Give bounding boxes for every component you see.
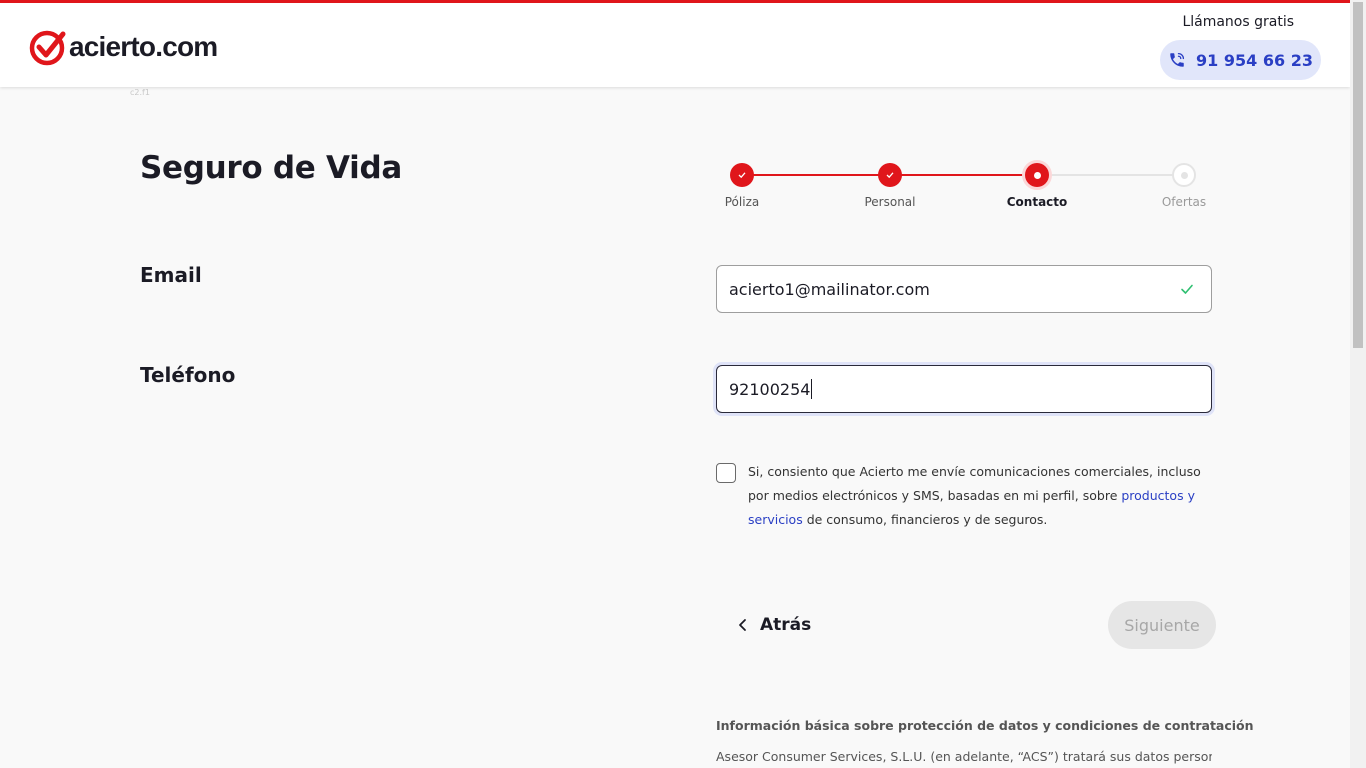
phone-icon	[1170, 52, 1185, 67]
data-protection-text: Asesor Consumer Services, S.L.U. (en ade…	[716, 749, 1212, 764]
email-field[interactable]: acierto1@mailinator.com	[716, 265, 1212, 313]
check-icon	[886, 172, 894, 179]
phone-value: 92100254	[729, 379, 811, 399]
site-header: acierto.com Llámanos gratis 91 954 66 23	[0, 0, 1350, 87]
progress-stepper: Póliza Personal Contacto Ofertas	[716, 160, 1216, 220]
acierto-logo-check-icon	[29, 30, 66, 66]
next-button[interactable]: Siguiente	[1108, 601, 1216, 649]
step-active-marker	[1025, 163, 1049, 187]
step-label: Personal	[864, 195, 916, 209]
page-title: Seguro de Vida	[140, 150, 402, 186]
step-personal: Personal	[855, 163, 925, 209]
phone-number: 91 954 66 23	[1196, 50, 1313, 70]
text-caret	[811, 379, 813, 399]
email-label: Email	[140, 263, 202, 287]
step-contacto: Contacto	[1002, 163, 1072, 209]
step-done-marker	[730, 163, 754, 187]
call-phone-button[interactable]: 91 954 66 23	[1160, 40, 1321, 80]
chevron-left-icon	[739, 619, 746, 631]
page-scrollbar[interactable]	[1350, 0, 1366, 768]
data-protection-title: Información básica sobre protección de d…	[716, 718, 1254, 733]
consent-text-after: de consumo, financieros y de seguros.	[802, 512, 1048, 527]
step-label: Póliza	[724, 195, 760, 209]
logo-text: acierto.com	[69, 31, 218, 62]
version-tag: c2.f1	[130, 88, 150, 97]
valid-check-icon	[1181, 284, 1193, 294]
consent-text: Si, consiento que Acierto me envíe comun…	[748, 460, 1214, 532]
step-poliza: Póliza	[707, 163, 777, 209]
back-label: Atrás	[760, 615, 812, 635]
email-value: acierto1@mailinator.com	[729, 279, 930, 299]
scrollbar-thumb[interactable]	[1353, 2, 1363, 348]
step-done-marker	[878, 163, 902, 187]
step-label: Ofertas	[1161, 195, 1207, 209]
step-label: Contacto	[1006, 195, 1068, 209]
acierto-logo[interactable]: acierto.com	[29, 28, 218, 66]
check-icon	[738, 172, 746, 179]
step-pending-marker	[1172, 163, 1196, 187]
phone-field[interactable]: 92100254	[716, 365, 1212, 413]
consent-checkbox[interactable]	[716, 463, 736, 483]
step-ofertas: Ofertas	[1149, 163, 1219, 209]
back-button[interactable]: Atrás	[736, 605, 811, 645]
phone-label: Teléfono	[140, 363, 236, 387]
call-free-label: Llámanos gratis	[1182, 14, 1294, 30]
